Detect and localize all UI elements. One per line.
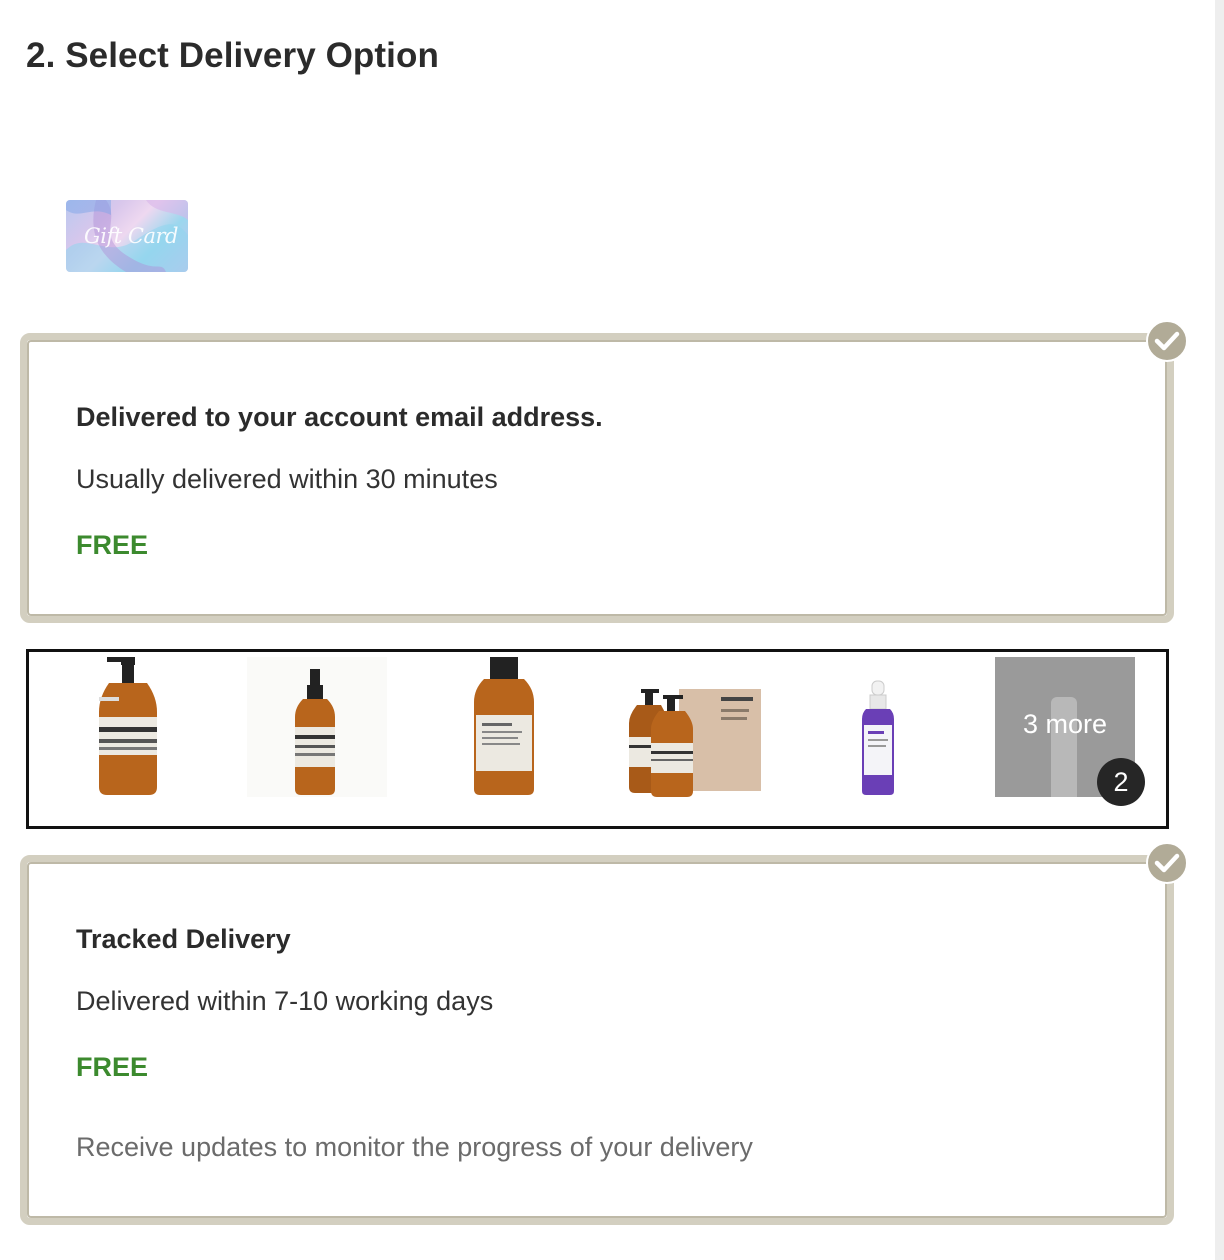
delivery-option-description: Usually delivered within 30 minutes [76, 464, 498, 494]
delivery-option-title: Tracked Delivery [76, 924, 291, 954]
product-thumbnail[interactable] [247, 657, 387, 797]
delivery-option-email[interactable]: Delivered to your account email address.… [20, 333, 1174, 623]
product-thumbnail[interactable] [59, 657, 199, 797]
gift-card-thumbnail: Gift Card [66, 200, 188, 272]
product-thumbnail[interactable] [434, 657, 574, 797]
item-count-badge: 2 [1097, 758, 1145, 806]
more-items-label: 3 more [1022, 709, 1108, 739]
delivery-option-tracked-frame [27, 862, 1167, 1218]
checkmark-circle-icon [1146, 842, 1188, 884]
delivery-option-title: Delivered to your account email address. [76, 402, 603, 432]
delivery-option-price: FREE [76, 1052, 149, 1082]
order-items-strip[interactable]: 3 more [26, 649, 1169, 829]
scrollbar-track[interactable] [1215, 0, 1224, 1260]
delivery-option-description: Delivered within 7-10 working days [76, 986, 494, 1016]
delivery-option-tracked[interactable]: Tracked Delivery Delivered within 7-10 w… [20, 855, 1174, 1225]
section-title: 2. Select Delivery Option [26, 36, 439, 75]
checkmark-circle-icon [1146, 320, 1188, 362]
delivery-option-note: Receive updates to monitor the progress … [76, 1132, 753, 1162]
gift-card-logo-text: Gift Card [84, 224, 178, 248]
product-thumbnail[interactable] [621, 657, 761, 797]
delivery-option-price: FREE [76, 530, 149, 560]
product-thumbnail[interactable] [808, 657, 948, 797]
delivery-options-page: 2. Select Delivery Option Gift Card Deli… [0, 0, 1224, 1260]
